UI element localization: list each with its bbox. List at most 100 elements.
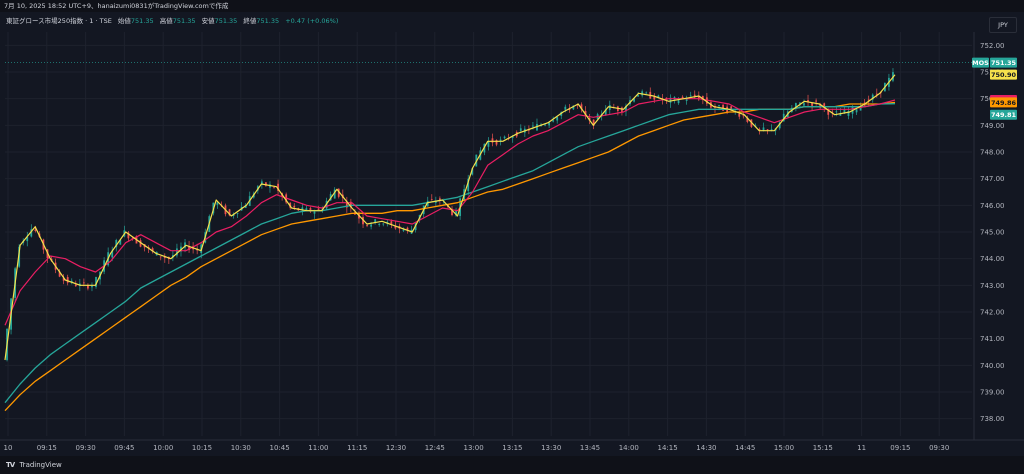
candle-body	[556, 117, 559, 121]
candle-body	[192, 246, 195, 250]
price-label-slow: 749.81	[991, 111, 1017, 119]
candle-body	[18, 246, 21, 267]
candle-body	[661, 98, 664, 101]
candle-body	[87, 284, 89, 289]
candle-body	[180, 246, 182, 252]
candle-body	[103, 260, 106, 272]
snapshot-caption: 7月 10, 2025 18:52 UTC+9、hanaizumi0831がTr…	[4, 2, 229, 10]
candle-body	[722, 104, 724, 111]
candle-body	[123, 230, 126, 237]
candle-body	[337, 188, 340, 197]
candle-body	[6, 328, 8, 361]
candle-body	[875, 93, 878, 95]
price-label-last-bg	[990, 57, 1017, 68]
candle-body	[689, 95, 692, 97]
candle-body	[111, 250, 114, 258]
candle-body	[471, 168, 474, 175]
candle-body	[592, 119, 595, 126]
candle-body	[414, 223, 417, 231]
candle-body	[54, 262, 57, 270]
time-tick-label: 14:15	[658, 444, 678, 452]
candle-body	[208, 216, 211, 232]
candle-body	[669, 97, 672, 103]
candle-body	[835, 111, 838, 113]
candle-body	[317, 208, 320, 210]
tradingview-logo-icon[interactable]: TV	[6, 456, 15, 474]
candle-body	[422, 205, 425, 215]
candle-body	[95, 276, 97, 287]
candle-body	[710, 102, 712, 108]
candle-body	[349, 201, 352, 208]
candle-body	[313, 211, 316, 214]
candle-body	[560, 111, 563, 116]
candle-body	[265, 182, 267, 186]
legend-close-value: 751.35	[256, 17, 280, 25]
time-tick-label: 14:45	[735, 444, 755, 452]
time-tick-label: 12:45	[425, 444, 445, 452]
tradingview-brand[interactable]: TradingView	[19, 461, 61, 469]
price-tick-label: 749.00	[980, 122, 1005, 130]
candle-body	[786, 111, 789, 118]
candle-body	[681, 96, 684, 99]
candle-body	[879, 91, 882, 93]
candle-body	[430, 199, 433, 200]
candle-body	[398, 225, 401, 229]
time-tick-label: 09:45	[114, 444, 134, 452]
symbol-legend[interactable]: 東証グロース市場250指数 · 1 · TSE 始値751.35 高値751.3…	[6, 17, 338, 26]
candle-body	[293, 205, 296, 208]
candle-body	[224, 205, 227, 215]
time-tick-label: 10:15	[192, 444, 212, 452]
candle-body	[811, 102, 813, 106]
candle-body	[641, 91, 644, 96]
candle-body	[758, 128, 761, 130]
time-tick-label: 15:00	[774, 444, 794, 452]
candle-body	[143, 244, 146, 248]
time-tick-label: 10	[4, 444, 13, 452]
candle-body	[815, 100, 818, 102]
candle-body	[705, 97, 708, 104]
candle-body	[863, 102, 866, 106]
time-tick-label: 11:00	[308, 444, 328, 452]
price-label-slowest: 749.86	[991, 99, 1017, 107]
price-tick-label: 743.00	[980, 282, 1005, 290]
candle-body	[232, 214, 235, 216]
candle-body	[819, 104, 822, 108]
candle-body	[410, 229, 413, 234]
candle-body	[519, 128, 522, 131]
candle-body	[633, 98, 635, 102]
price-tick-label: 739.00	[980, 389, 1005, 397]
currency-button[interactable]: JPY	[989, 17, 1017, 33]
candle-body	[645, 92, 648, 94]
candle-body	[511, 136, 514, 138]
candle-body	[839, 113, 842, 116]
candle-body	[321, 208, 324, 211]
candle-body	[390, 221, 393, 225]
price-label-last: 751.35	[991, 59, 1017, 67]
candle-body	[277, 183, 279, 191]
price-label-slowest-bg	[990, 97, 1017, 108]
candle-body	[131, 238, 134, 240]
candle-body	[463, 189, 466, 201]
candle-body	[244, 205, 247, 208]
price-tick-label: 745.00	[980, 229, 1005, 237]
candle-body	[540, 124, 542, 127]
candle-body	[536, 123, 538, 131]
candle-body	[394, 225, 397, 229]
price-chart[interactable]: 752.00 751.00 750.00 749.00 748.00 747.00 746.…	[0, 0, 1024, 474]
candle-body	[544, 124, 546, 126]
candle-body	[147, 247, 150, 249]
candle-body	[831, 111, 834, 113]
candle-body	[362, 216, 364, 225]
candle-body	[843, 109, 846, 114]
legend-symbol[interactable]: 東証グロース市場250指数 · 1 · TSE	[6, 17, 112, 25]
candle-body	[10, 298, 12, 330]
candle-body	[888, 77, 890, 87]
price-tick-label: 744.00	[980, 255, 1005, 263]
candle-body	[127, 232, 130, 239]
candle-body	[883, 82, 886, 92]
candle-body	[503, 136, 506, 139]
candle-body	[491, 138, 494, 143]
candle-body	[803, 103, 805, 106]
candle-body	[78, 283, 81, 286]
candle-body	[163, 256, 166, 259]
